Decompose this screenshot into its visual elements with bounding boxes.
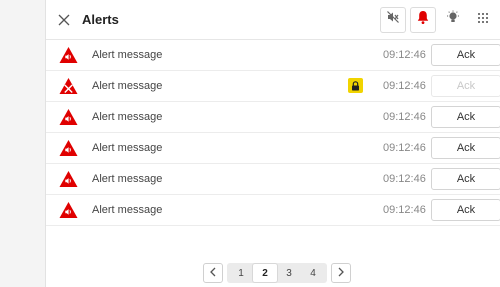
alerts-panel: Alerts Alert message 09:12:46 Ack Alert … (45, 0, 500, 287)
alert-timestamp: 09:12:46 (383, 142, 426, 154)
list-item: Alert message 09:12:46 Ack (46, 133, 500, 164)
alert-message: Alert message (92, 80, 163, 92)
bell-icon (416, 10, 430, 30)
close-icon[interactable] (54, 10, 74, 30)
alert-timestamp: 09:12:46 (383, 49, 426, 61)
lightbulb-icon (446, 10, 460, 29)
settings-button[interactable] (440, 7, 466, 33)
chevron-left-icon (209, 264, 217, 282)
page-number-1[interactable]: 1 (229, 264, 253, 282)
alarm-sound-icon (59, 108, 78, 126)
mute-button[interactable] (380, 6, 406, 33)
prev-page-button[interactable] (203, 263, 223, 283)
list-item: Alert message 09:12:46 Ack (46, 164, 500, 195)
alert-list: Alert message 09:12:46 Ack Alert message 0… (46, 40, 500, 226)
alert-message: Alert message (92, 204, 163, 216)
alert-timestamp: 09:12:46 (383, 80, 426, 92)
header-toolbar (380, 6, 500, 33)
page-numbers: 1234 (227, 263, 327, 283)
alert-message: Alert message (92, 49, 163, 61)
ack-button[interactable]: Ack (431, 199, 500, 221)
page-number-3[interactable]: 3 (277, 264, 301, 282)
page-number-4[interactable]: 4 (301, 264, 325, 282)
alert-timestamp: 09:12:46 (383, 204, 426, 216)
ack-button[interactable]: Ack (431, 137, 500, 159)
mute-icon (386, 10, 400, 29)
alarm-sound-icon (59, 201, 78, 219)
ack-button[interactable]: Ack (431, 106, 500, 128)
alerts-header: Alerts (46, 0, 500, 40)
page-title: Alerts (82, 12, 119, 27)
list-item: Alert message 09:12:46 Ack (46, 71, 500, 102)
chevron-right-icon (337, 264, 345, 282)
alert-message: Alert message (92, 142, 163, 154)
alert-timestamp: 09:12:46 (383, 111, 426, 123)
alarm-sound-icon (59, 46, 78, 64)
alarm-filter-button[interactable] (410, 6, 436, 33)
alert-message: Alert message (92, 173, 163, 185)
ack-button[interactable]: Ack (431, 168, 500, 190)
alert-message: Alert message (92, 111, 163, 123)
page-number-2[interactable]: 2 (253, 264, 277, 282)
lock-icon (348, 78, 363, 93)
ack-button[interactable]: Ack (431, 44, 500, 66)
alert-timestamp: 09:12:46 (383, 173, 426, 185)
next-page-button[interactable] (331, 263, 351, 283)
list-item: Alert message 09:12:46 Ack (46, 102, 500, 133)
pagination: 1234 (203, 263, 351, 283)
alarm-muted-icon (59, 77, 78, 95)
ack-button: Ack (431, 75, 500, 97)
list-item: Alert message 09:12:46 Ack (46, 195, 500, 226)
grid-icon (477, 11, 489, 29)
alarm-sound-icon (59, 139, 78, 157)
alarm-sound-icon (59, 170, 78, 188)
grid-menu-button[interactable] (470, 7, 496, 33)
list-item: Alert message 09:12:46 Ack (46, 40, 500, 71)
